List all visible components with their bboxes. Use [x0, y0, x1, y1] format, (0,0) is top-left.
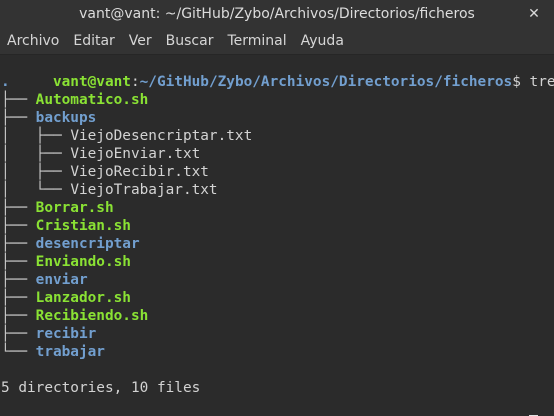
tree-branch: │ ├──: [1, 146, 71, 162]
terminal-output[interactable]: vant@vant:~/GitHub/Zybo/Archivos/Directo…: [0, 55, 554, 416]
executable-name: Lanzador.sh: [35, 290, 131, 306]
prompt-user: vant@vant: [52, 74, 131, 90]
tree-entry: │ ├── ViejoDesencriptar.txt: [1, 127, 252, 145]
menu-archivo[interactable]: Archivo: [0, 28, 66, 54]
prompt-line: vant@vant:~/GitHub/Zybo/Archivos/Directo…: [1, 55, 554, 90]
menu-terminal[interactable]: Terminal: [220, 28, 293, 54]
file-name: ViejoTrabajar.txt: [70, 182, 218, 198]
tree-entry: └── trabajar: [1, 343, 105, 361]
directory-name: recibir: [35, 326, 97, 342]
tree-entry: ├── Automatico.sh: [1, 91, 148, 109]
tree-branch: ├──: [1, 290, 36, 306]
close-icon[interactable]: ✕: [524, 4, 544, 24]
tree-entry: ├── Cristian.sh: [1, 217, 131, 235]
tree-branch: ├──: [1, 272, 36, 288]
tree-branch: ├──: [1, 110, 36, 126]
executable-name: Recibiendo.sh: [35, 308, 149, 324]
tree-branch: ├──: [1, 218, 36, 234]
tree-entry: ├── desencriptar: [1, 235, 140, 253]
prompt-symbol: $: [512, 74, 521, 90]
terminal-window: vant@vant: ~/GitHub/Zybo/Archivos/Direct…: [0, 0, 554, 416]
menu-ver[interactable]: Ver: [122, 28, 159, 54]
tree-entry: ├── Borrar.sh: [1, 199, 114, 217]
tree-entry: │ └── ViejoTrabajar.txt: [1, 181, 218, 199]
command-text: tree: [529, 74, 554, 90]
tree-entry: ├── Enviando.sh: [1, 253, 131, 271]
tree-branch: │ └──: [1, 182, 71, 198]
tree-branch: ├──: [1, 254, 36, 270]
tree-branch: ├──: [1, 200, 36, 216]
tree-branch: ├──: [1, 236, 36, 252]
file-name: ViejoEnviar.txt: [70, 146, 201, 162]
prompt-path: ~/GitHub/Zybo/Archivos/Directorios/fiche…: [139, 74, 513, 90]
tree-branch: ├──: [1, 92, 36, 108]
tree-root: .: [1, 74, 10, 90]
tree-entry: ├── enviar: [1, 271, 88, 289]
directory-name: backups: [35, 110, 97, 126]
executable-name: Cristian.sh: [35, 218, 131, 234]
window-title: vant@vant: ~/GitHub/Zybo/Archivos/Direct…: [79, 6, 475, 22]
tree-entry: ├── Lanzador.sh: [1, 289, 131, 307]
prompt-separator: :: [130, 74, 140, 90]
title-bar[interactable]: vant@vant: ~/GitHub/Zybo/Archivos/Direct…: [0, 0, 554, 28]
executable-name: Enviando.sh: [35, 254, 131, 270]
tree-summary: 5 directories, 10 files: [1, 380, 201, 396]
file-name: ViejoDesencriptar.txt: [70, 128, 253, 144]
executable-name: Automatico.sh: [35, 92, 149, 108]
tree-branch: │ ├──: [1, 164, 71, 180]
tree-entry: │ ├── ViejoEnviar.txt: [1, 145, 200, 163]
tree-branch: ├──: [1, 326, 36, 342]
menu-ayuda[interactable]: Ayuda: [294, 28, 351, 54]
tree-entry: ├── Recibiendo.sh: [1, 307, 148, 325]
menu-buscar[interactable]: Buscar: [159, 28, 221, 54]
file-name: ViejoRecibir.txt: [70, 164, 209, 180]
tree-branch: │ ├──: [1, 128, 71, 144]
menu-editar[interactable]: Editar: [66, 28, 121, 54]
directory-name: desencriptar: [35, 236, 140, 252]
tree-branch: └──: [1, 344, 36, 360]
menu-bar: Archivo Editar Ver Buscar Terminal Ayuda: [0, 28, 554, 55]
directory-name: enviar: [35, 272, 88, 288]
executable-name: Borrar.sh: [35, 200, 114, 216]
prompt-line-active[interactable]: vant@vant:~/GitHub/Zybo/Archivos/Directo…: [1, 397, 538, 416]
tree-entry: │ ├── ViejoRecibir.txt: [1, 163, 209, 181]
directory-name: trabajar: [35, 344, 105, 360]
tree-entry: ├── backups: [1, 109, 96, 127]
tree-entry: ├── recibir: [1, 325, 96, 343]
tree-branch: ├──: [1, 308, 36, 324]
